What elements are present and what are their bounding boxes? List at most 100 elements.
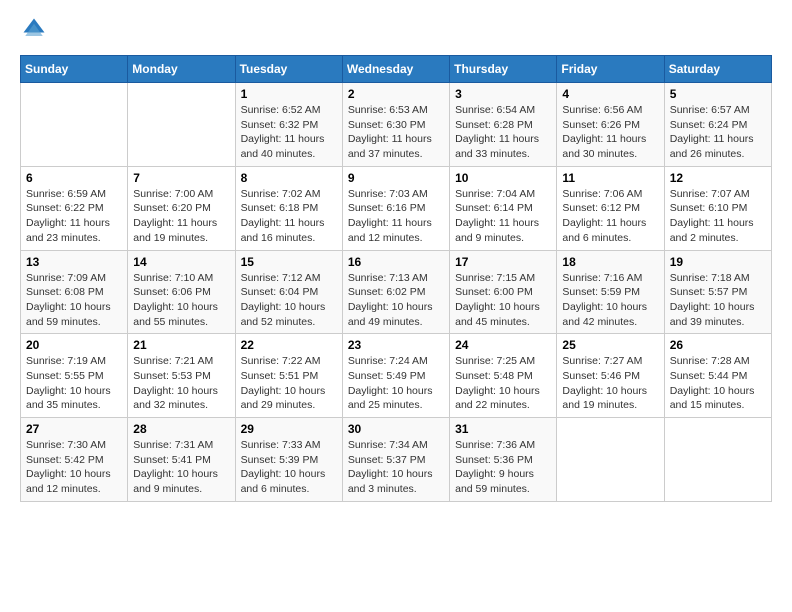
day-info: Sunrise: 6:54 AMSunset: 6:28 PMDaylight:… [455,103,551,162]
day-number: 12 [670,171,766,185]
day-info: Sunrise: 7:30 AMSunset: 5:42 PMDaylight:… [26,438,122,497]
day-info: Sunrise: 7:18 AMSunset: 5:57 PMDaylight:… [670,271,766,330]
day-cell: 27 Sunrise: 7:30 AMSunset: 5:42 PMDayligh… [21,418,128,502]
day-info: Sunrise: 7:28 AMSunset: 5:44 PMDaylight:… [670,354,766,413]
day-cell: 12 Sunrise: 7:07 AMSunset: 6:10 PMDayligh… [664,166,771,250]
day-number: 31 [455,422,551,436]
day-number: 22 [241,338,337,352]
day-info: Sunrise: 7:13 AMSunset: 6:02 PMDaylight:… [348,271,444,330]
day-cell: 29Sunrise: 7:33 AMSunset: 5:39 PMDayligh… [235,418,342,502]
day-header-wednesday: Wednesday [342,56,449,83]
day-info: Sunrise: 7:34 AMSunset: 5:37 PMDaylight:… [348,438,444,497]
day-cell: 13Sunrise: 7:09 AMSunset: 6:08 PMDayligh… [21,250,128,334]
day-cell: 4 Sunrise: 6:56 AMSunset: 6:26 PMDaylight… [557,83,664,167]
day-cell: 24Sunrise: 7:25 AMSunset: 5:48 PMDayligh… [450,334,557,418]
day-header-tuesday: Tuesday [235,56,342,83]
day-cell: 15 Sunrise: 7:12 AMSunset: 6:04 PMDayligh… [235,250,342,334]
day-number: 7 [133,171,229,185]
day-number: 30 [348,422,444,436]
calendar-body: 1 Sunrise: 6:52 AMSunset: 6:32 PMDaylight… [21,83,772,502]
day-header-saturday: Saturday [664,56,771,83]
day-number: 8 [241,171,337,185]
day-cell: 25 Sunrise: 7:27 AMSunset: 5:46 PMDayligh… [557,334,664,418]
day-cell: 16 Sunrise: 7:13 AMSunset: 6:02 PMDayligh… [342,250,449,334]
day-cell: 3 Sunrise: 6:54 AMSunset: 6:28 PMDaylight… [450,83,557,167]
day-number: 27 [26,422,122,436]
day-info: Sunrise: 7:19 AMSunset: 5:55 PMDaylight:… [26,354,122,413]
day-cell: 31 Sunrise: 7:36 AMSunset: 5:36 PMDayligh… [450,418,557,502]
logo [20,15,52,43]
day-cell: 30 Sunrise: 7:34 AMSunset: 5:37 PMDayligh… [342,418,449,502]
week-row-3: 13Sunrise: 7:09 AMSunset: 6:08 PMDayligh… [21,250,772,334]
day-number: 14 [133,255,229,269]
day-number: 4 [562,87,658,101]
day-info: Sunrise: 7:12 AMSunset: 6:04 PMDaylight:… [241,271,337,330]
day-cell: 14Sunrise: 7:10 AMSunset: 6:06 PMDayligh… [128,250,235,334]
day-cell: 11 Sunrise: 7:06 AMSunset: 6:12 PMDayligh… [557,166,664,250]
day-cell: 6 Sunrise: 6:59 AMSunset: 6:22 PMDaylight… [21,166,128,250]
day-info: Sunrise: 6:52 AMSunset: 6:32 PMDaylight:… [241,103,337,162]
header [20,15,772,43]
day-info: Sunrise: 7:27 AMSunset: 5:46 PMDaylight:… [562,354,658,413]
day-number: 23 [348,338,444,352]
day-number: 1 [241,87,337,101]
day-number: 16 [348,255,444,269]
day-number: 28 [133,422,229,436]
day-info: Sunrise: 7:06 AMSunset: 6:12 PMDaylight:… [562,187,658,246]
day-cell: 2 Sunrise: 6:53 AMSunset: 6:30 PMDaylight… [342,83,449,167]
day-number: 11 [562,171,658,185]
header-row: SundayMondayTuesdayWednesdayThursdayFrid… [21,56,772,83]
day-number: 6 [26,171,122,185]
day-info: Sunrise: 6:53 AMSunset: 6:30 PMDaylight:… [348,103,444,162]
day-info: Sunrise: 7:16 AMSunset: 5:59 PMDaylight:… [562,271,658,330]
day-info: Sunrise: 7:07 AMSunset: 6:10 PMDaylight:… [670,187,766,246]
day-header-friday: Friday [557,56,664,83]
day-cell [664,418,771,502]
day-header-monday: Monday [128,56,235,83]
week-row-4: 20 Sunrise: 7:19 AMSunset: 5:55 PMDayligh… [21,334,772,418]
day-number: 20 [26,338,122,352]
day-number: 21 [133,338,229,352]
day-info: Sunrise: 7:22 AMSunset: 5:51 PMDaylight:… [241,354,337,413]
day-number: 13 [26,255,122,269]
day-number: 29 [241,422,337,436]
day-cell [128,83,235,167]
day-cell: 5Sunrise: 6:57 AMSunset: 6:24 PMDaylight… [664,83,771,167]
day-number: 10 [455,171,551,185]
day-info: Sunrise: 7:21 AMSunset: 5:53 PMDaylight:… [133,354,229,413]
day-info: Sunrise: 6:56 AMSunset: 6:26 PMDaylight:… [562,103,658,162]
day-number: 17 [455,255,551,269]
day-header-sunday: Sunday [21,56,128,83]
day-number: 2 [348,87,444,101]
day-number: 25 [562,338,658,352]
day-info: Sunrise: 7:03 AMSunset: 6:16 PMDaylight:… [348,187,444,246]
day-number: 15 [241,255,337,269]
day-info: Sunrise: 7:36 AMSunset: 5:36 PMDaylight:… [455,438,551,497]
day-info: Sunrise: 6:57 AMSunset: 6:24 PMDaylight:… [670,103,766,162]
day-info: Sunrise: 7:24 AMSunset: 5:49 PMDaylight:… [348,354,444,413]
day-number: 9 [348,171,444,185]
day-cell: 7 Sunrise: 7:00 AMSunset: 6:20 PMDaylight… [128,166,235,250]
week-row-2: 6 Sunrise: 6:59 AMSunset: 6:22 PMDaylight… [21,166,772,250]
day-info: Sunrise: 7:02 AMSunset: 6:18 PMDaylight:… [241,187,337,246]
day-info: Sunrise: 7:31 AMSunset: 5:41 PMDaylight:… [133,438,229,497]
calendar-table: SundayMondayTuesdayWednesdayThursdayFrid… [20,55,772,502]
page: SundayMondayTuesdayWednesdayThursdayFrid… [0,0,792,522]
day-cell: 21 Sunrise: 7:21 AMSunset: 5:53 PMDayligh… [128,334,235,418]
day-number: 3 [455,87,551,101]
day-info: Sunrise: 7:00 AMSunset: 6:20 PMDaylight:… [133,187,229,246]
day-cell: 18Sunrise: 7:16 AMSunset: 5:59 PMDayligh… [557,250,664,334]
day-info: Sunrise: 6:59 AMSunset: 6:22 PMDaylight:… [26,187,122,246]
week-row-5: 27 Sunrise: 7:30 AMSunset: 5:42 PMDayligh… [21,418,772,502]
day-info: Sunrise: 7:25 AMSunset: 5:48 PMDaylight:… [455,354,551,413]
logo-icon [20,15,48,43]
day-cell: 9 Sunrise: 7:03 AMSunset: 6:16 PMDaylight… [342,166,449,250]
day-cell: 17Sunrise: 7:15 AMSunset: 6:00 PMDayligh… [450,250,557,334]
day-cell: 20 Sunrise: 7:19 AMSunset: 5:55 PMDayligh… [21,334,128,418]
day-cell: 10Sunrise: 7:04 AMSunset: 6:14 PMDayligh… [450,166,557,250]
day-cell: 22 Sunrise: 7:22 AMSunset: 5:51 PMDayligh… [235,334,342,418]
day-header-thursday: Thursday [450,56,557,83]
calendar-header: SundayMondayTuesdayWednesdayThursdayFrid… [21,56,772,83]
day-cell: 1 Sunrise: 6:52 AMSunset: 6:32 PMDaylight… [235,83,342,167]
day-cell: 8 Sunrise: 7:02 AMSunset: 6:18 PMDaylight… [235,166,342,250]
